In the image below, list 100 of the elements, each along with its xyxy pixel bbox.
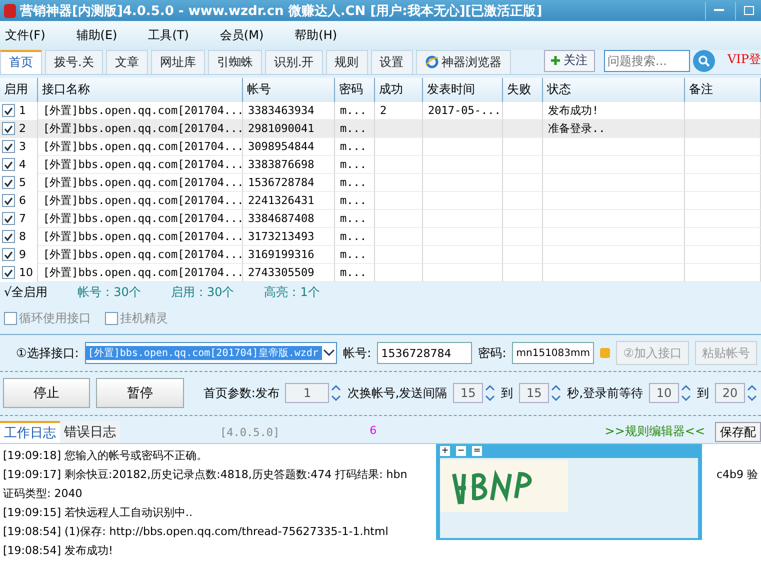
- table-cell: 发布成功!: [543, 102, 685, 120]
- row-number: 8: [0, 228, 38, 246]
- table-cell: [375, 156, 423, 174]
- checkbox[interactable]: [2, 158, 15, 172]
- table-cell: [外置]bbs.open.qq.com[201704...: [38, 156, 243, 174]
- spinner-arrows-icon[interactable]: [551, 383, 562, 404]
- table-cell: 2017-05-...: [423, 102, 503, 120]
- tab[interactable]: 神器浏览器: [416, 50, 511, 74]
- checkbox[interactable]: [2, 122, 15, 136]
- stop-button[interactable]: 停止: [3, 378, 90, 408]
- log-line: [19:09:17] 剩余快豆:20182,历史记录点数:4818,历史答题数:474 打码结果: hbn: [3, 467, 408, 482]
- search-button[interactable]: [692, 50, 715, 72]
- pause-button[interactable]: 暂停: [96, 378, 184, 408]
- number-field[interactable]: 20: [715, 383, 746, 404]
- column-header: 成功: [375, 78, 423, 102]
- tab[interactable]: 规则: [326, 50, 368, 74]
- row-number: 6: [0, 192, 38, 210]
- field-label: ①选择接口:: [16, 344, 79, 362]
- column-header: 启用: [0, 78, 38, 102]
- table-cell: [外置]bbs.open.qq.com[201704...: [38, 210, 243, 228]
- password-field[interactable]: mn151083mm: [512, 342, 594, 364]
- number-field[interactable]: 10: [649, 383, 680, 404]
- table-cell: [503, 174, 543, 192]
- table-cell: 3173213493: [243, 228, 335, 246]
- spinner-arrows-icon[interactable]: [747, 383, 758, 404]
- log-tab[interactable]: 工作日志: [0, 421, 60, 443]
- table-cell: [375, 138, 423, 156]
- select-all-link[interactable]: √全启用: [4, 284, 48, 301]
- tab[interactable]: 网址库: [150, 50, 205, 74]
- spinner-arrows-icon[interactable]: [331, 383, 342, 404]
- window-title: 营销神器[内测版]4.0.5.0 - www.wzdr.cn 微赚达人.CN [用户:我本无心][已激活正版]: [20, 2, 544, 20]
- tab[interactable]: 识别.开: [264, 50, 323, 74]
- table-cell: [503, 192, 543, 210]
- table-cell: 2241326431: [243, 192, 335, 210]
- spinner-arrows-icon[interactable]: [485, 383, 496, 404]
- table-cell: [503, 138, 543, 156]
- number-field[interactable]: 15: [453, 383, 484, 404]
- search-field[interactable]: 问题搜索...: [604, 50, 690, 72]
- table-cell: [375, 120, 423, 138]
- log-tab[interactable]: 错误日志: [60, 421, 120, 443]
- checkbox[interactable]: [2, 266, 15, 280]
- table-cell: [375, 174, 423, 192]
- tab[interactable]: 拨号.关: [45, 50, 103, 74]
- row-number: 3: [0, 138, 38, 156]
- table-cell: m...: [335, 156, 375, 174]
- table-cell: [375, 210, 423, 228]
- zoom-control[interactable]: =: [472, 446, 482, 456]
- menu-item[interactable]: 辅助(E): [71, 26, 132, 44]
- checkbox[interactable]: [2, 176, 15, 190]
- checkbox[interactable]: [2, 230, 15, 244]
- row-number: 10: [0, 264, 38, 282]
- account-field[interactable]: 1536728784: [377, 342, 472, 364]
- table-cell: [503, 228, 543, 246]
- count-label: 帐号：30个: [78, 284, 141, 301]
- menu-item[interactable]: 帮助(H): [290, 26, 352, 44]
- table-cell: [503, 246, 543, 264]
- checkbox[interactable]: [2, 194, 15, 208]
- spinner-arrows-icon[interactable]: [681, 383, 692, 404]
- table-cell: 3169199316: [243, 246, 335, 264]
- menu-item[interactable]: 工具(T): [143, 26, 203, 44]
- row-number: 5: [0, 174, 38, 192]
- row-number: 2: [0, 120, 38, 138]
- number-field[interactable]: 1: [285, 383, 330, 404]
- row-number: 4: [0, 156, 38, 174]
- menu-item[interactable]: 会员(M): [214, 26, 278, 44]
- column-header: 状态: [543, 78, 685, 102]
- follow-button[interactable]: 关注: [544, 50, 595, 72]
- checkbox[interactable]: [2, 140, 15, 154]
- table-cell: [375, 228, 423, 246]
- tab[interactable]: 文章: [106, 50, 148, 74]
- browser-icon: [424, 55, 439, 70]
- table-cell: m...: [335, 264, 375, 282]
- table-cell: m...: [335, 246, 375, 264]
- column-header: 发表时间: [423, 78, 503, 102]
- number-field[interactable]: 15: [519, 383, 550, 404]
- tab[interactable]: 引蜘蛛: [208, 50, 262, 74]
- plus-icon: [550, 56, 560, 66]
- table-cell: 3098954844: [243, 138, 335, 156]
- version-label: [4.0.5.0]: [220, 426, 280, 439]
- table-cell: 2: [375, 102, 423, 120]
- zoom-control[interactable]: +: [440, 446, 450, 456]
- table-cell: [503, 264, 543, 282]
- log-line: [19:09:15] 若快远程人工自动识别中..: [3, 505, 192, 520]
- log-line: 证码类型: 2040: [3, 486, 82, 501]
- checkbox[interactable]: [2, 104, 15, 118]
- table-cell: 3384687408: [243, 210, 335, 228]
- save-config-button[interactable]: 保存配: [715, 422, 761, 442]
- checkbox[interactable]: [2, 212, 15, 226]
- param-label: 首页参数:发布: [203, 384, 280, 402]
- zoom-control[interactable]: −: [456, 446, 466, 456]
- param-label: 次换帐号,发送间隔: [347, 384, 448, 402]
- checkbox[interactable]: [2, 248, 15, 262]
- table-cell: [503, 210, 543, 228]
- tab[interactable]: 首页: [0, 50, 42, 74]
- vip-login-link[interactable]: VIP登: [728, 50, 761, 68]
- menu-item[interactable]: 文件(F): [0, 26, 60, 44]
- tab[interactable]: 设置: [370, 50, 413, 74]
- param-label: 秒,登录前等待: [567, 384, 644, 402]
- table-cell: 准备登录..: [543, 120, 685, 138]
- rule-editor-link[interactable]: >>规则编辑器<<: [604, 423, 705, 440]
